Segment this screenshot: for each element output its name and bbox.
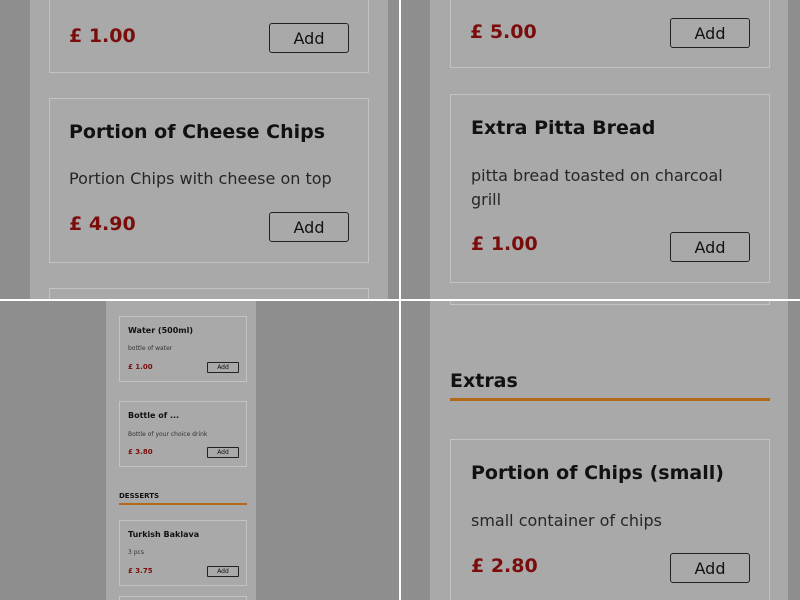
menu-item-card-cheese-chips: Portion of Cheese Chips Portion Chips wi… [49,98,369,263]
menu-item-card: £ 1.00 Add [49,0,369,73]
section-rule [450,398,770,401]
add-button[interactable]: Add [670,232,750,262]
item-name: Portion of Chips (small) [471,462,724,484]
item-name: Portion of Cheese Chips [69,121,326,143]
zoom-panel-top-right: £ 5.00 Add Extra Pitta Bread pitta bread… [400,0,800,300]
section-rule [119,503,247,505]
menu-item-card-baklava: Turkish Baklava 3 pcs £ 3.75 Add [119,520,247,586]
add-button[interactable]: Add [269,23,349,53]
item-price: £ 3.75 [128,567,153,575]
item-description: pitta bread toasted on charcoal grill [471,166,723,209]
item-price: £ 2.80 [471,555,538,577]
zoom-panel-bottom-left: Water (500ml) bottle of water £ 1.00 Add… [0,300,400,600]
add-button[interactable]: Add [207,566,239,577]
add-button[interactable]: Add [269,212,349,242]
menu-item-card-water: Water (500ml) bottle of water £ 1.00 Add [119,316,247,382]
item-description: 3 pcs [128,549,144,556]
item-name: Bottle of ... [128,411,180,420]
divider-horizontal [0,299,800,301]
menu-item-card-bottle: Bottle of ... Bottle of your choice drin… [119,401,247,467]
phone-preview: Water (500ml) bottle of water £ 1.00 Add… [106,300,256,600]
item-description: Bottle of your choice drink [128,431,208,438]
menu-item-card [119,596,247,600]
add-button[interactable]: Add [207,447,239,458]
item-price: £ 1.00 [128,363,153,371]
item-price: £ 1.00 [69,25,136,47]
section-title-extras: Extras [450,370,518,392]
item-name: Extra Pitta Bread [471,117,656,139]
item-price: £ 1.00 [471,233,538,255]
item-price: £ 5.00 [470,21,537,43]
zoom-panel-top-left: £ 1.00 Add Portion of Cheese Chips Porti… [0,0,400,300]
menu-item-card-chips-small: Portion of Chips (small) small container… [450,439,770,600]
item-price: £ 4.90 [69,213,136,235]
menu-item-card: £ 5.00 Add [450,0,770,68]
add-button[interactable]: Add [670,18,750,48]
add-button[interactable]: Add [670,553,750,583]
zoom-panel-bottom-right: Extras Portion of Chips (small) small co… [400,300,800,600]
item-description: small container of chips [471,511,662,530]
item-price: £ 3.80 [128,448,153,456]
item-description: Portion Chips with cheese on top [69,169,332,188]
add-button[interactable]: Add [207,362,239,373]
item-description: bottle of water [128,345,173,352]
item-name: Turkish Baklava [128,530,200,539]
menu-item-card-pitta: Extra Pitta Bread pitta bread toasted on… [450,94,770,283]
section-title-desserts: DESSERTS [119,492,160,500]
item-name: Water (500ml) [128,326,194,335]
